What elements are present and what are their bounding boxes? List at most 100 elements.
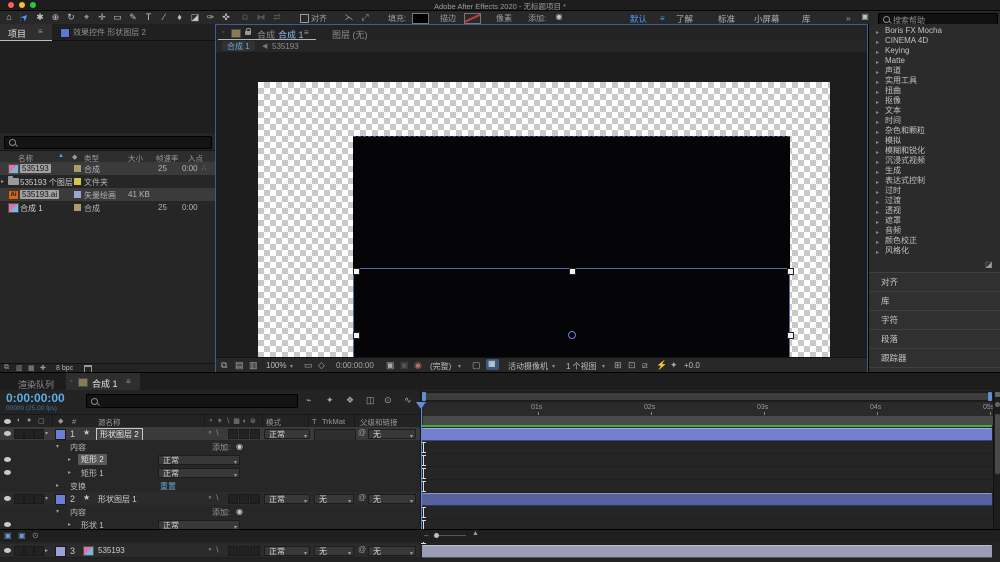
blend-mode-select[interactable]: 正常 ▾	[264, 493, 310, 505]
effect-category[interactable]: ▸ 文本	[869, 106, 1000, 116]
current-timecode[interactable]: 0:00:00:00	[6, 391, 65, 405]
solo-toggle[interactable]	[24, 545, 34, 556]
stroke-label[interactable]: 描边	[440, 13, 456, 24]
effect-category[interactable]: ▸ 过时	[869, 186, 1000, 196]
tool-eraser-icon[interactable]: ◪	[188, 12, 202, 23]
blend-mode-select[interactable]: 正常 ▾	[264, 545, 310, 557]
project-bit-depth[interactable]: 8 bpc	[56, 365, 73, 372]
effect-category[interactable]: ▸ 杂色和颗粒	[869, 126, 1000, 136]
navigator-start-handle[interactable]	[422, 392, 426, 401]
pickwhip-icon[interactable]: @	[358, 493, 366, 502]
switch-box[interactable]	[228, 545, 238, 556]
panel-header-2[interactable]: 库	[869, 291, 1000, 311]
selection-handle[interactable]	[787, 268, 794, 275]
timeline-scrollbar[interactable]	[993, 390, 1000, 529]
navigator-end-handle[interactable]	[988, 392, 992, 401]
magnification-value[interactable]: 100%	[266, 361, 286, 370]
label-color-swatch[interactable]	[74, 178, 81, 185]
fill-swatch[interactable]	[412, 13, 429, 24]
lane-row[interactable]	[421, 492, 994, 506]
stroke-width-label[interactable]: 像素	[496, 13, 512, 24]
tool-puppet-icon[interactable]: ✜	[219, 12, 233, 23]
col-t[interactable]: T	[312, 417, 317, 426]
twirl-arrow-icon[interactable]: ▸	[68, 521, 71, 528]
add-property-icon[interactable]: ◉	[236, 442, 243, 451]
effect-category[interactable]: ▸ 时间	[869, 116, 1000, 126]
lane-row[interactable]	[421, 466, 994, 480]
hide-shy-layers-icon[interactable]: ❖	[346, 395, 354, 406]
effect-category[interactable]: ▸ 抠像	[869, 96, 1000, 106]
region-of-interest-icon[interactable]: ▢	[472, 360, 481, 371]
frame-blending-icon[interactable]: ◫	[366, 395, 375, 406]
add-property-icon[interactable]: ◉	[236, 507, 243, 516]
solo-toggle[interactable]	[24, 428, 34, 439]
chevron-down-icon[interactable]: ▾	[348, 549, 351, 559]
item-name[interactable]: 合成 1	[20, 203, 43, 214]
new-composition-icon[interactable]: ▦	[28, 364, 35, 372]
property-name[interactable]: 矩形 1	[81, 468, 104, 479]
effect-category[interactable]: ▸ 实用工具	[869, 76, 1000, 86]
effect-category[interactable]: ▸ 音频	[869, 226, 1000, 236]
group-name[interactable]: 内容	[70, 442, 86, 453]
breadcrumb-previous[interactable]: 535193	[272, 42, 299, 51]
timeline-zoom-slider[interactable]	[434, 533, 466, 538]
item-name[interactable]: 535193.ai	[20, 190, 60, 199]
tool-brush-icon[interactable]: ∕	[157, 12, 171, 22]
selection-handle[interactable]	[353, 268, 360, 275]
switch-box[interactable]	[239, 428, 249, 439]
timeline-row-prop[interactable]: ▸ 矩形 2 正常 ▾	[0, 453, 420, 467]
label-color-swatch[interactable]	[74, 204, 81, 211]
layer-name[interactable]: 535193	[98, 546, 125, 555]
layer-switches[interactable]: ⚬∖	[207, 546, 221, 554]
always-preview-icon[interactable]: ⧉	[221, 360, 227, 371]
timeline-row-reset[interactable]: ▸ 变换 重置	[0, 479, 420, 493]
comp-marker-icon[interactable]	[995, 392, 1000, 397]
switch-box[interactable]	[250, 545, 260, 556]
scrollbar-thumb[interactable]	[995, 414, 1000, 474]
expand-icon[interactable]: ⤢	[358, 12, 372, 23]
timeline-row-group[interactable]: ▾ 内容 添加: ◉	[0, 440, 420, 454]
effect-category[interactable]: ▸ 声道	[869, 66, 1000, 76]
lane-row[interactable]	[421, 427, 994, 441]
chevron-down-icon[interactable]: ▾	[410, 549, 413, 559]
expand-inout-toggle-icon[interactable]: ⊙	[32, 531, 39, 540]
twirl-arrow-icon[interactable]: ▾	[56, 508, 59, 515]
trkmat-select[interactable]: 无 ▾	[314, 545, 354, 559]
pickwhip-icon[interactable]: @	[358, 428, 366, 437]
blend-mode-select[interactable]: 正常 ▾	[158, 519, 240, 531]
resolution-value[interactable]: (完整)	[430, 361, 451, 372]
selection-handle[interactable]	[353, 332, 360, 339]
blend-mode-select[interactable]: 正常 ▾	[264, 428, 310, 440]
layer-name[interactable]: 形状图层 1	[98, 494, 137, 505]
effect-category[interactable]: ▸ 扭曲	[869, 86, 1000, 96]
visibility-eye-icon[interactable]	[4, 496, 11, 501]
primary-viewer-icon[interactable]: ▤	[235, 360, 244, 371]
stroke-swatch[interactable]	[464, 13, 481, 24]
twirl-arrow-icon[interactable]: ▾	[45, 430, 48, 437]
layer-label-swatch[interactable]	[55, 545, 66, 557]
adjust-icon[interactable]: ✚	[40, 364, 46, 372]
grid-guides-icon[interactable]: ▭	[304, 360, 313, 371]
sort-arrow-icon[interactable]: ▲	[58, 153, 64, 159]
lock-toggle[interactable]	[34, 545, 44, 556]
visibility-eye-icon[interactable]	[4, 470, 11, 475]
expand-arrow-icon[interactable]: ▸	[876, 248, 879, 258]
layer-name[interactable]: 形状图层 2	[96, 427, 143, 441]
add-property-label[interactable]: 添加:	[212, 507, 230, 518]
timeline-row-layer[interactable]: ▾ 1 ★ 形状图层 2 ⚬∖ 正常 ▾ @ 无 ▾	[0, 427, 420, 441]
label-color-swatch[interactable]	[74, 165, 81, 172]
panel-header-3[interactable]: 字符	[869, 310, 1000, 330]
parent-link-select[interactable]: 无 ▾	[368, 493, 416, 505]
trkmat-select[interactable]: 无 ▾	[314, 493, 354, 505]
motion-blur-icon[interactable]: ⊙	[384, 395, 392, 406]
chevron-down-icon[interactable]: ▾	[552, 363, 555, 370]
tool-camera-icon[interactable]: ⌖	[80, 12, 94, 23]
interpret-footage-icon[interactable]: ⧉	[4, 364, 9, 372]
effect-category[interactable]: ▸ 表达式控制	[869, 176, 1000, 186]
panel-menu-icon[interactable]: ≡	[38, 27, 43, 36]
mask-visibility-icon[interactable]: ◇	[318, 360, 325, 371]
effect-category[interactable]: ▸ 沉浸式视频	[869, 156, 1000, 166]
draft-3d-icon[interactable]: ✦	[326, 395, 334, 406]
timeline-search-input[interactable]	[86, 394, 298, 408]
twirl-arrow-icon[interactable]: ▸	[56, 482, 59, 489]
